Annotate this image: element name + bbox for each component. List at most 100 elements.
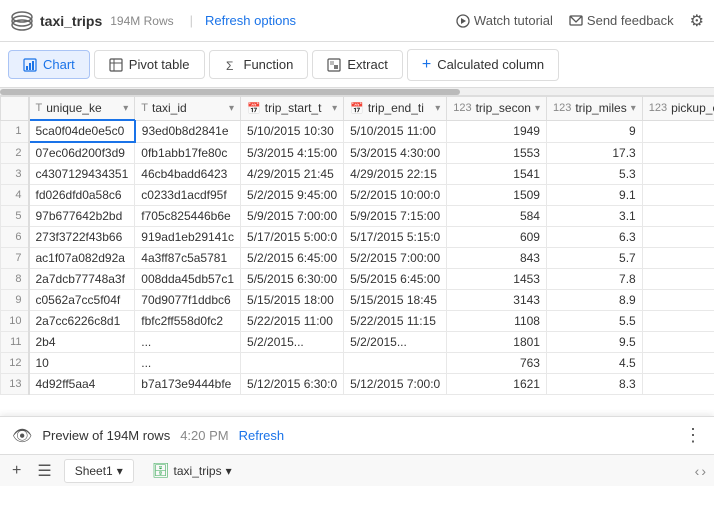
table-cell[interactable]: 1541: [447, 164, 547, 185]
table-cell[interactable]: 9.1: [546, 185, 642, 206]
table-cell[interactable]: 6.3: [546, 227, 642, 248]
table-cell[interactable]: 5/15/2015 18:45: [344, 290, 447, 311]
table-cell[interactable]: 5/2/2015...: [241, 332, 344, 353]
refresh-button[interactable]: Refresh: [239, 428, 285, 443]
table-cell[interactable]: [642, 269, 714, 290]
taxi-trips-tab[interactable]: 🗄 taxi_trips ▾: [142, 458, 242, 483]
table-row[interactable]: 1210...7634.5: [1, 353, 714, 374]
table-cell[interactable]: 5/22/2015 11:00: [241, 311, 344, 332]
table-cell[interactable]: 1801: [447, 332, 547, 353]
table-cell[interactable]: [642, 248, 714, 269]
refresh-options-link[interactable]: Refresh options: [205, 13, 296, 28]
table-cell[interactable]: 1553: [447, 142, 547, 164]
table-cell[interactable]: 8.9: [546, 290, 642, 311]
table-cell[interactable]: [642, 120, 714, 142]
table-row[interactable]: 3c430712943435146cb4badd64234/29/2015 21…: [1, 164, 714, 185]
more-options-button[interactable]: ⋮: [684, 425, 702, 446]
table-cell[interactable]: 2b4: [29, 332, 135, 353]
scroll-right-icon[interactable]: ›: [701, 463, 706, 479]
table-wrapper[interactable]: T unique_ke ▾ T taxi_id ▾: [0, 96, 714, 454]
table-cell[interactable]: 5/3/2015 4:30:00: [344, 142, 447, 164]
sheet1-tab[interactable]: Sheet1 ▾: [64, 459, 134, 483]
table-cell[interactable]: 1509: [447, 185, 547, 206]
table-cell[interactable]: 5/12/2015 7:00:0: [344, 374, 447, 395]
table-cell[interactable]: 2a7dcb77748a3f: [29, 269, 135, 290]
table-cell[interactable]: 17.3: [546, 142, 642, 164]
table-cell[interactable]: ...: [135, 353, 241, 374]
table-row[interactable]: 4fd026dfd0a58c6c0233d1acdf95f5/2/2015 9:…: [1, 185, 714, 206]
table-cell[interactable]: 5/2/2015 10:00:0: [344, 185, 447, 206]
table-cell[interactable]: 9.5: [546, 332, 642, 353]
table-cell[interactable]: 5/17/2015 5:15:0: [344, 227, 447, 248]
table-cell[interactable]: 1949: [447, 120, 547, 142]
filter-icon[interactable]: ▾: [332, 103, 337, 114]
table-cell[interactable]: [642, 206, 714, 227]
col-trip-miles[interactable]: 123 trip_miles ▾: [546, 97, 642, 121]
table-cell[interactable]: [642, 353, 714, 374]
sheet-dropdown-icon[interactable]: ▾: [117, 464, 123, 478]
table-cell[interactable]: 4.5: [546, 353, 642, 374]
pivot-table-button[interactable]: Pivot table: [94, 50, 205, 79]
table-cell[interactable]: 93ed0b8d2841e: [135, 120, 241, 142]
table-row[interactable]: 134d92ff5aa4b7a173e9444bfe5/12/2015 6:30…: [1, 374, 714, 395]
table-cell[interactable]: ac1f07a082d92a: [29, 248, 135, 269]
table-cell[interactable]: 4d92ff5aa4: [29, 374, 135, 395]
filter-icon[interactable]: ▾: [535, 103, 540, 114]
table-cell[interactable]: 5/10/2015 10:30: [241, 120, 344, 142]
scroll-left-icon[interactable]: ‹: [695, 463, 700, 479]
table-cell[interactable]: 5.5: [546, 311, 642, 332]
table-row[interactable]: 112b4...5/2/2015...5/2/2015...18019.5: [1, 332, 714, 353]
send-feedback-button[interactable]: Send feedback: [569, 13, 674, 28]
table-cell[interactable]: [642, 374, 714, 395]
table-cell[interactable]: 919ad1eb29141c: [135, 227, 241, 248]
table-cell[interactable]: 4/29/2015 21:45: [241, 164, 344, 185]
table-cell[interactable]: 5/10/2015 11:00: [344, 120, 447, 142]
table-cell[interactable]: [642, 185, 714, 206]
table-cell[interactable]: 5/2/2015 6:45:00: [241, 248, 344, 269]
table-row[interactable]: 207ec06d200f3d90fb1abb17fe80c5/3/2015 4:…: [1, 142, 714, 164]
table-cell[interactable]: c0562a7cc5f04f: [29, 290, 135, 311]
table-row[interactable]: 82a7dcb77748a3f008dda45db57c15/5/2015 6:…: [1, 269, 714, 290]
table-cell[interactable]: 0fb1abb17fe80c: [135, 142, 241, 164]
table-cell[interactable]: [642, 290, 714, 311]
table-cell[interactable]: f705c825446b6e: [135, 206, 241, 227]
table-cell[interactable]: 609: [447, 227, 547, 248]
table-cell[interactable]: 46cb4badd6423: [135, 164, 241, 185]
table-cell[interactable]: 8.3: [546, 374, 642, 395]
table-row[interactable]: 102a7cc6226c8d1fbfc2ff558d0fc25/22/2015 …: [1, 311, 714, 332]
col-trip-end[interactable]: 📅 trip_end_ti ▾: [344, 97, 447, 121]
table-cell[interactable]: [642, 227, 714, 248]
table-cell[interactable]: 10: [29, 353, 135, 374]
filter-icon[interactable]: ▾: [435, 103, 440, 114]
table-cell[interactable]: 7.8: [546, 269, 642, 290]
table-cell[interactable]: [241, 353, 344, 374]
table-cell[interactable]: 5.3: [546, 164, 642, 185]
table-cell[interactable]: 5/5/2015 6:45:00: [344, 269, 447, 290]
table-cell[interactable]: fbfc2ff558d0fc2: [135, 311, 241, 332]
table-cell[interactable]: 008dda45db57c1: [135, 269, 241, 290]
table-cell[interactable]: 4a3ff87c5a5781: [135, 248, 241, 269]
table-cell[interactable]: 1621: [447, 374, 547, 395]
table-cell[interactable]: 763: [447, 353, 547, 374]
table-cell[interactable]: 5/12/2015 6:30:0: [241, 374, 344, 395]
table-cell[interactable]: 5ca0f04de0e5c0: [29, 120, 135, 142]
settings-button[interactable]: ⚙: [690, 11, 704, 31]
table-cell[interactable]: 843: [447, 248, 547, 269]
col-unique-key[interactable]: T unique_ke ▾: [29, 97, 135, 121]
col-pickup-c[interactable]: 123 pickup_c ▾: [642, 97, 714, 121]
table-cell[interactable]: ...: [135, 332, 241, 353]
table-cell[interactable]: 5/17/2015 5:00:0: [241, 227, 344, 248]
table-cell[interactable]: b7a173e9444bfe: [135, 374, 241, 395]
table-cell[interactable]: 5/15/2015 18:00: [241, 290, 344, 311]
table-cell[interactable]: 584: [447, 206, 547, 227]
table-cell[interactable]: 5/2/2015 7:00:00: [344, 248, 447, 269]
table-cell[interactable]: 5/3/2015 4:15:00: [241, 142, 344, 164]
function-button[interactable]: Σ Function: [209, 50, 309, 79]
extract-button[interactable]: Extract: [312, 50, 402, 79]
table-cell[interactable]: 1108: [447, 311, 547, 332]
table-cell[interactable]: 4/29/2015 22:15: [344, 164, 447, 185]
table-cell[interactable]: [642, 142, 714, 164]
table-cell[interactable]: 9: [546, 120, 642, 142]
table-cell[interactable]: [642, 311, 714, 332]
table-cell[interactable]: 5/2/2015...: [344, 332, 447, 353]
